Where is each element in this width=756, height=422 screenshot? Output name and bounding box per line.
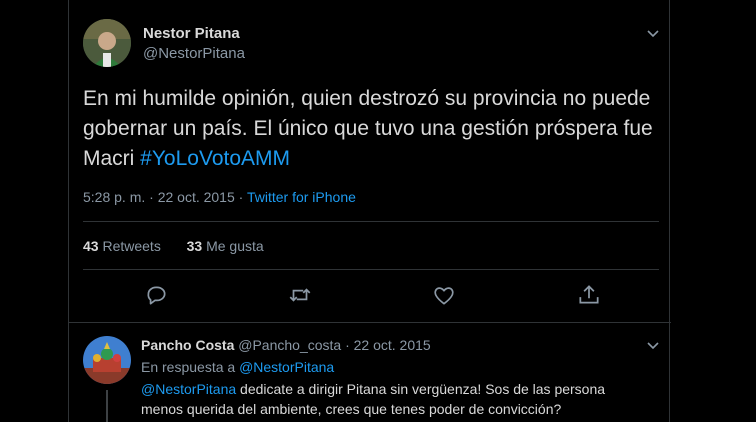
likes-label: Me gusta: [202, 238, 264, 254]
retweets-stat[interactable]: 43 Retweets: [83, 238, 161, 254]
divider: [83, 269, 659, 270]
thread-line: [106, 390, 108, 422]
heart-icon[interactable]: [431, 282, 457, 308]
share-icon[interactable]: [576, 282, 602, 308]
avatar-photo: [83, 19, 131, 67]
tweet-meta: 5:28 p. m. · 22 oct. 2015 · Twitter for …: [83, 189, 356, 205]
divider: [83, 221, 659, 222]
reply-header: Pancho Costa @Pancho_costa · 22 oct. 201…: [141, 337, 431, 353]
mention-link[interactable]: @NestorPitana: [141, 381, 236, 397]
tweet-source-link[interactable]: Twitter for iPhone: [247, 189, 356, 205]
tweet-text: En mi humilde opinión, quien destrozó su…: [83, 84, 663, 174]
in-reply-prefix: En respuesta a: [141, 359, 240, 375]
in-reply-to: En respuesta a @NestorPitana: [141, 359, 334, 375]
author-name[interactable]: Nestor Pitana: [143, 25, 240, 42]
author-avatar[interactable]: [83, 19, 131, 67]
tweet-actions: [69, 282, 671, 312]
chevron-down-icon[interactable]: [643, 23, 663, 43]
reply-author-name[interactable]: Pancho Costa: [141, 337, 234, 353]
in-reply-handle-link[interactable]: @NestorPitana: [239, 359, 334, 375]
avatar-photo: [83, 336, 131, 384]
likes-stat[interactable]: 33 Me gusta: [187, 238, 264, 254]
author-handle[interactable]: @NestorPitana: [143, 45, 245, 62]
retweets-label: Retweets: [98, 238, 161, 254]
reply-author-avatar[interactable]: [83, 336, 131, 384]
hashtag-link[interactable]: #YoLoVotoAMM: [140, 147, 290, 170]
divider: [69, 322, 671, 323]
reply-author-meta[interactable]: @Pancho_costa · 22 oct. 2015: [234, 337, 430, 353]
reply-text: @NestorPitana dedicate a dirigir Pitana …: [141, 379, 641, 419]
tweet-timestamp[interactable]: 5:28 p. m. · 22 oct. 2015 ·: [83, 189, 247, 205]
retweet-icon[interactable]: [287, 282, 313, 308]
retweets-count: 43: [83, 238, 99, 254]
reply-icon[interactable]: [143, 282, 169, 308]
timeline-column: Nestor Pitana @NestorPitana En mi humild…: [68, 0, 671, 422]
likes-count: 33: [186, 238, 203, 254]
chevron-down-icon[interactable]: [643, 335, 663, 355]
tweet-stats: 43 Retweets 33 Me gusta: [83, 238, 264, 254]
